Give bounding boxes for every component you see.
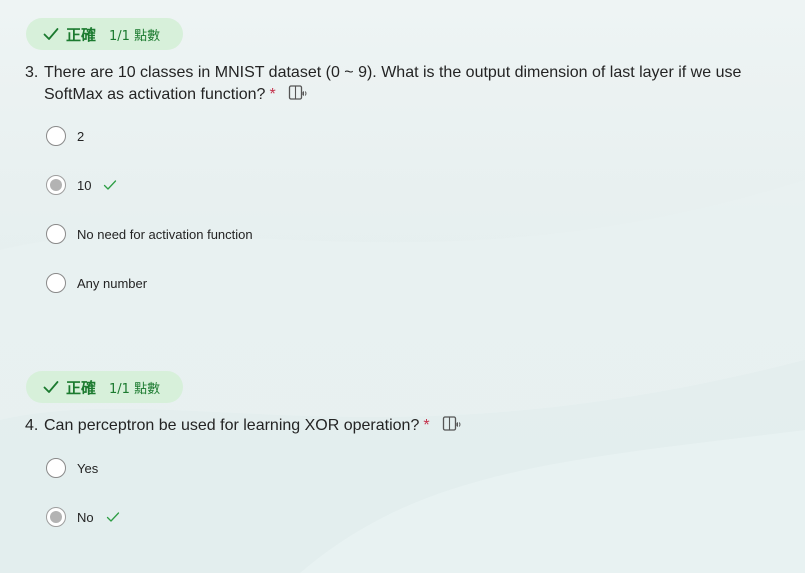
required-mark: * <box>269 86 276 103</box>
option-label: No <box>77 509 94 525</box>
required-mark: * <box>423 417 430 434</box>
question-title: There are 10 classes in MNIST dataset (0… <box>44 64 742 103</box>
immersive-reader-icon[interactable] <box>288 84 308 102</box>
badge-status: 正確 <box>66 25 97 44</box>
correct-badge: 正確 1/1 點數 <box>26 371 183 403</box>
question-number: 4. <box>25 417 39 434</box>
option-label: 10 <box>77 177 92 193</box>
question-title: Can perceptron be used for learning XOR … <box>44 417 420 434</box>
radio-button[interactable] <box>46 273 66 293</box>
option-yes[interactable]: Yes <box>46 457 98 479</box>
radio-button[interactable] <box>46 458 66 478</box>
question-text: 4. Can perceptron be used for learning X… <box>25 415 785 437</box>
radio-button-selected[interactable] <box>46 507 66 527</box>
checkmark-icon <box>106 512 119 522</box>
checkmark-icon <box>104 180 117 190</box>
option-label: Yes <box>77 460 99 476</box>
option-label: No need for activation function <box>77 226 253 242</box>
badge-score: 1/1 點數 <box>109 28 161 44</box>
option-label: 2 <box>77 128 85 144</box>
option-label: Any number <box>77 275 148 291</box>
immersive-reader-icon[interactable] <box>442 415 462 433</box>
badge-score: 1/1 點數 <box>109 381 161 397</box>
badge-status: 正確 <box>66 378 97 397</box>
radio-button[interactable] <box>46 126 66 146</box>
option-no-activation[interactable]: No need for activation function <box>46 223 253 245</box>
correct-badge: 正確 1/1 點數 <box>26 18 183 50</box>
question-text: 3. There are 10 classes in MNIST dataset… <box>25 62 785 106</box>
question-number: 3. <box>25 64 39 81</box>
option-10[interactable]: 10 <box>46 174 117 196</box>
option-2[interactable]: 2 <box>46 125 84 147</box>
radio-button-selected[interactable] <box>46 175 66 195</box>
option-no[interactable]: No <box>46 506 120 528</box>
radio-button[interactable] <box>46 224 66 244</box>
option-any-number[interactable]: Any number <box>46 272 147 294</box>
check-icon <box>43 28 59 40</box>
check-icon <box>43 381 59 393</box>
